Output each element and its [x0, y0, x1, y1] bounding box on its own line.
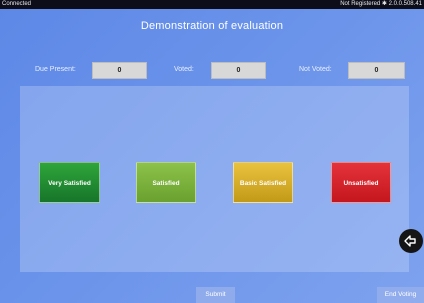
not-voted-value: 0 — [348, 62, 405, 79]
version-text: 2.0.0.508.41 — [388, 1, 422, 7]
status-right: Not Registered ✱ 2.0.0.508.41 — [340, 0, 422, 9]
back-arrow-icon — [404, 235, 416, 247]
back-button[interactable] — [399, 229, 423, 253]
voted-value: 0 — [211, 62, 266, 79]
due-present-value: 0 — [92, 62, 147, 79]
basic-satisfied-button[interactable]: Basic Satisfied — [233, 162, 293, 203]
voted-label: Voted: — [174, 66, 194, 73]
unsatisfied-button[interactable]: Unsatisfied — [331, 162, 391, 203]
due-present-label: Due Present: — [35, 66, 76, 73]
submit-button[interactable]: Submit — [196, 287, 235, 303]
registration-status: Not Registered — [340, 1, 381, 7]
bluetooth-icon: ✱ — [381, 1, 387, 7]
status-bar: Connected Not Registered ✱ 2.0.0.508.41 — [0, 0, 424, 9]
very-satisfied-button[interactable]: Very Satisfied — [39, 162, 100, 203]
page-title: Demonstration of evaluation — [140, 20, 284, 32]
not-voted-label: Not Voted: — [299, 66, 332, 73]
satisfied-button[interactable]: Satisfied — [136, 162, 196, 203]
connection-status: Connected — [2, 1, 32, 7]
end-voting-button[interactable]: End Voting — [377, 287, 424, 303]
